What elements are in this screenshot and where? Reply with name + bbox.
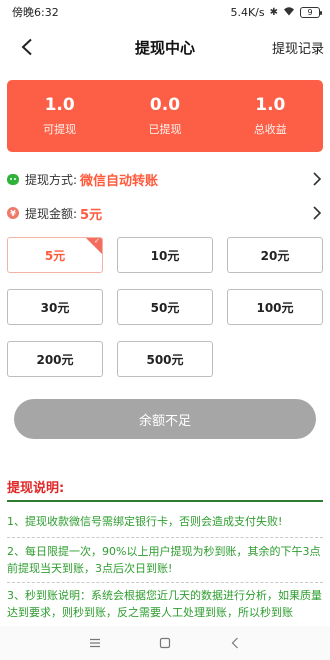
summary-total: 1.0 总收益 (218, 95, 323, 137)
summary-label: 可提现 (43, 123, 77, 136)
home-icon[interactable] (155, 633, 175, 653)
summary-label: 总收益 (253, 123, 287, 136)
wechat-icon (7, 173, 19, 185)
withdraw-amount-row[interactable]: ¥ 提现金额: 5元 (7, 201, 323, 225)
note-item: 2、每日限提一次，90%以上用户提现为秒到账，其余的下午3点前提现当天到账，3点… (7, 545, 321, 575)
notes-divider (7, 500, 323, 502)
back-nav-icon[interactable] (225, 633, 245, 653)
withdraw-method-row[interactable]: 提现方式: 微信自动转账 (7, 167, 323, 191)
amount-option-label: 5元 (44, 248, 66, 263)
chevron-right-icon (313, 172, 322, 186)
summary-withdrawn: 0.0 已提现 (112, 95, 217, 137)
withdraw-submit-button[interactable]: 余额不足 (14, 399, 316, 439)
top-navbar: 提现中心 提现记录 (0, 26, 330, 68)
balance-summary-card: 1.0 可提现 0.0 已提现 1.0 总收益 (7, 80, 323, 152)
amount-option-label: 200元 (36, 352, 74, 367)
amount-option-label: 20元 (260, 248, 290, 263)
amount-option-5[interactable]: ✓ 5元 (7, 237, 103, 273)
menu-icon[interactable] (85, 633, 105, 653)
withdraw-amount-label: 提现金额: (25, 206, 78, 221)
amount-option-label: 100元 (256, 300, 294, 315)
summary-available: 1.0 可提现 (7, 95, 112, 137)
battery-icon: 9 (300, 6, 322, 18)
summary-value: 1.0 (255, 95, 286, 115)
check-icon: ✓ (94, 237, 100, 245)
summary-value: 1.0 (44, 95, 75, 115)
wifi-icon (283, 6, 295, 19)
amount-option-200[interactable]: 200元 (7, 341, 103, 377)
amount-option-label: 500元 (146, 352, 184, 367)
status-right: 5.4K/s ✱ 9 (230, 5, 322, 19)
amount-option-label: 30元 (40, 300, 70, 315)
summary-label: 已提现 (148, 123, 182, 136)
dashed-divider (7, 582, 323, 583)
bluetooth-icon: ✱ (269, 6, 278, 18)
amount-option-500[interactable]: 500元 (117, 341, 213, 377)
amount-option-10[interactable]: 10元 (117, 237, 213, 273)
withdraw-amount-value: 5元 (80, 207, 103, 223)
note-item: 3、秒到账说明：系统会根据您近几天的数据进行分析，如果质量达到要求，则秒到账，反… (7, 589, 322, 619)
withdraw-records-link[interactable]: 提现记录 (272, 38, 324, 57)
amount-option-100[interactable]: 100元 (227, 289, 323, 325)
amount-option-label: 10元 (150, 248, 180, 263)
status-time: 傍晚6:32 (12, 6, 59, 19)
amount-option-20[interactable]: 20元 (227, 237, 323, 273)
notes-title: 提现说明: (7, 481, 65, 496)
system-nav-bar (0, 626, 330, 660)
withdraw-method-value: 微信自动转账 (80, 173, 159, 189)
amount-option-30[interactable]: 30元 (7, 289, 103, 325)
summary-value: 0.0 (149, 95, 181, 115)
status-bar: 傍晚6:32 5.4K/s ✱ 9 (0, 0, 330, 24)
network-speed: 5.4K/s (230, 5, 265, 19)
chevron-left-icon (21, 38, 32, 56)
back-button[interactable] (12, 32, 42, 62)
yen-icon: ¥ (7, 207, 19, 219)
withdraw-method-label: 提现方式: (25, 172, 78, 187)
chevron-right-icon (313, 206, 322, 220)
note-item: 1、提现收款微信号需绑定银行卡，否则会造成支付失败! (7, 515, 283, 528)
dashed-divider (7, 537, 323, 538)
amount-option-50[interactable]: 50元 (117, 289, 213, 325)
amount-option-label: 50元 (150, 300, 180, 315)
page-title: 提现中心 (134, 38, 195, 57)
